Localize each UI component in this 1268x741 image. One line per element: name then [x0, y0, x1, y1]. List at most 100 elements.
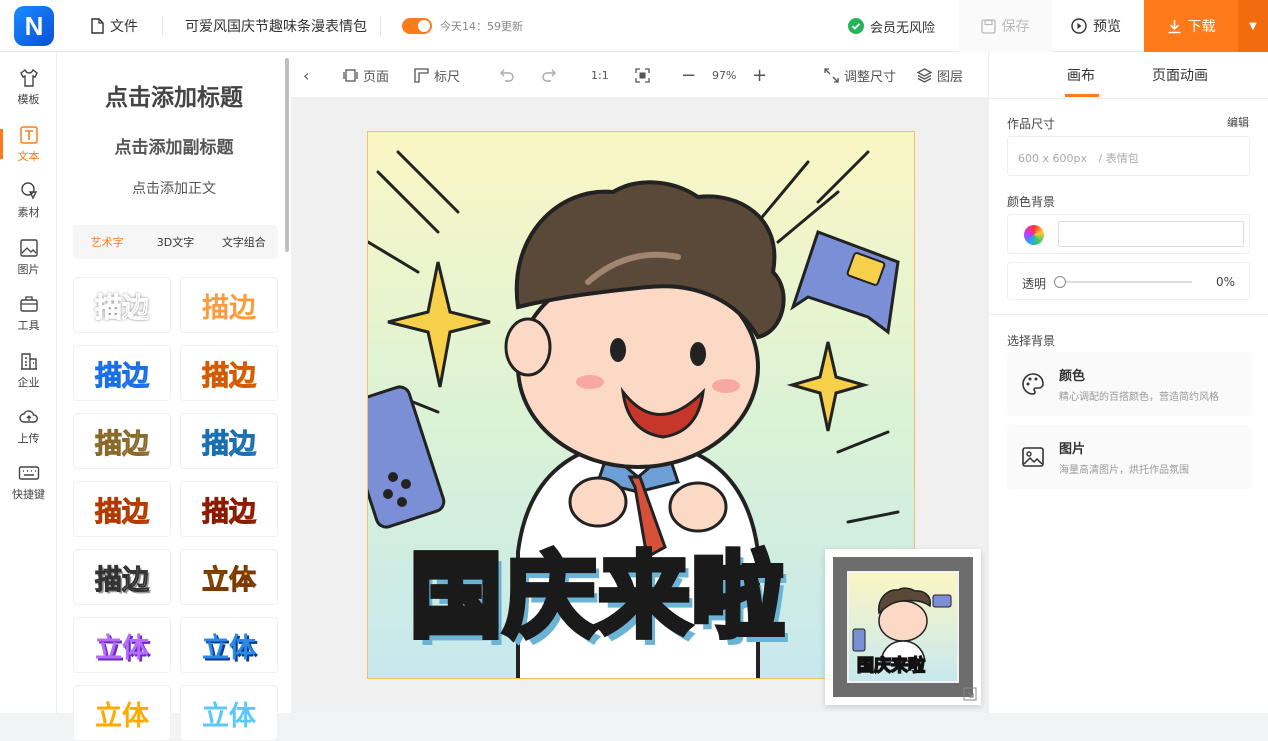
- tab-art-text[interactable]: 艺术字: [73, 234, 141, 250]
- tab-3d-text[interactable]: 3D文字: [141, 234, 209, 250]
- minimap-preview[interactable]: 国庆来啦: [825, 549, 981, 705]
- nav-item-tools[interactable]: 工具: [0, 294, 57, 333]
- layers-icon: [917, 67, 932, 83]
- file-menu[interactable]: 文件: [90, 0, 138, 52]
- check-circle-icon: [848, 18, 864, 34]
- top-bar: N 文件 可爱风国庆节趣味条漫表情包 今天14：59更新 会员无风险 保存 预览…: [0, 0, 1268, 52]
- download-button[interactable]: 下载: [1144, 0, 1238, 52]
- ruler-button[interactable]: 标尺: [414, 52, 460, 98]
- nav-item-text[interactable]: 文本: [0, 125, 57, 164]
- art-text-sample[interactable]: 描边: [73, 413, 171, 469]
- art-text-sample[interactable]: 立体: [180, 549, 278, 605]
- preview-button[interactable]: 预览: [1071, 0, 1121, 52]
- undo-button[interactable]: [499, 52, 520, 98]
- art-text-sample[interactable]: 描边: [180, 413, 278, 469]
- nav-item-enterprise[interactable]: 企业: [0, 351, 57, 390]
- color-wheel-icon[interactable]: [1024, 225, 1044, 245]
- zoom-level[interactable]: 97%: [712, 52, 736, 98]
- art-text-sample[interactable]: 立体: [180, 617, 278, 673]
- layers-button[interactable]: 图层: [917, 52, 963, 98]
- toolbox-icon: [19, 296, 38, 312]
- image-card-title: 图片: [1059, 442, 1086, 457]
- nav-item-templates[interactable]: 模板: [0, 68, 57, 107]
- page-label: 页面: [363, 69, 390, 85]
- nav-item-materials[interactable]: 素材: [0, 181, 57, 220]
- zoom-in-button[interactable]: +: [752, 52, 767, 98]
- layers-label: 图层: [937, 69, 964, 85]
- tab-canvas[interactable]: 画布: [1067, 52, 1095, 98]
- color-swatch[interactable]: [1058, 221, 1244, 247]
- add-body-button[interactable]: 点击添加正文: [57, 178, 291, 198]
- art-text-sample[interactable]: 立体: [73, 617, 171, 673]
- collapse-panel-button[interactable]: ‹: [303, 52, 309, 98]
- size-label: 作品尺寸: [1007, 117, 1056, 131]
- nav-item-upload[interactable]: 上传: [0, 407, 57, 446]
- fit-screen-icon: [635, 67, 650, 83]
- left-nav: 模板 文本 素材 图片 工具 企业 上传 快捷键: [0, 52, 57, 713]
- bg-image-card[interactable]: 图片 海量高清图片，烘托作品氛围: [1007, 425, 1251, 489]
- resize-button[interactable]: 调整尺寸: [824, 52, 896, 98]
- download-options-button[interactable]: ▼: [1238, 0, 1268, 52]
- tab-page-animation[interactable]: 页面动画: [1152, 52, 1208, 98]
- art-text-sample[interactable]: 立体: [180, 685, 278, 741]
- zoom-value: 97%: [712, 68, 737, 82]
- art-text-sample[interactable]: 描边: [73, 277, 171, 333]
- page-button[interactable]: 页面: [343, 52, 389, 98]
- picture-icon: [1022, 447, 1044, 467]
- save-button[interactable]: 保存: [958, 0, 1052, 52]
- art-text-sample[interactable]: 描边: [73, 481, 171, 537]
- headline-text[interactable]: 国庆来啦: [407, 522, 787, 655]
- text-style-tabs: 艺术字 3D文字 文字组合: [73, 225, 278, 259]
- chevron-left-icon: ‹: [303, 65, 310, 85]
- opacity-value: 0%: [1215, 275, 1235, 289]
- art-text-sample[interactable]: 立体: [73, 685, 171, 741]
- add-subtitle-button[interactable]: 点击添加副标题: [57, 133, 291, 158]
- palette-icon: [1022, 373, 1044, 395]
- document-title-text: 可爱风国庆节趣味条漫表情包: [185, 19, 367, 35]
- expand-corner-icon[interactable]: [963, 687, 977, 701]
- nav-item-images[interactable]: 图片: [0, 238, 57, 277]
- add-title-button[interactable]: 点击添加标题: [57, 78, 291, 112]
- nav-label: 快捷键: [12, 488, 45, 501]
- opacity-slider-track[interactable]: [1058, 281, 1192, 283]
- bg-color-picker[interactable]: [1007, 214, 1250, 254]
- text-panel-scrollbar[interactable]: [285, 58, 289, 252]
- art-text-sample[interactable]: 描边: [180, 277, 278, 333]
- image-card-desc: 海量高清图片，烘托作品氛围: [1059, 465, 1189, 476]
- size-field[interactable]: 600 x 600px / 表情包: [1007, 136, 1250, 176]
- canvas-toolbar: ‹ 页面 标尺 1:1 − 97% + 调整尺寸 图层: [291, 52, 988, 98]
- nav-item-shortcuts[interactable]: 快捷键: [0, 463, 57, 502]
- fit-screen-button[interactable]: [635, 52, 655, 98]
- minimap-frame: 国庆来啦: [833, 557, 973, 697]
- member-badge[interactable]: 会员无风险: [848, 0, 935, 52]
- art-text-sample[interactable]: 描边: [73, 549, 171, 605]
- nav-label: 工具: [17, 319, 40, 332]
- tab-text-combo[interactable]: 文字组合: [210, 234, 278, 250]
- plus-icon: +: [752, 64, 768, 86]
- nav-label: 素材: [17, 206, 40, 219]
- opacity-slider-handle[interactable]: [1054, 276, 1066, 288]
- nav-label: 上传: [17, 432, 40, 445]
- document-title[interactable]: 可爱风国庆节趣味条漫表情包: [185, 0, 367, 52]
- divider: [162, 16, 163, 36]
- art-text-sample[interactable]: 描边: [180, 345, 278, 401]
- edit-size-link[interactable]: 编辑: [1227, 114, 1249, 130]
- app-logo[interactable]: N: [14, 6, 54, 46]
- redo-button[interactable]: [541, 52, 562, 98]
- member-text: 会员无风险: [870, 20, 936, 36]
- text-panel: 点击添加标题 点击添加副标题 点击添加正文 艺术字 3D文字 文字组合 描边 描…: [57, 52, 291, 741]
- color-card-desc: 精心调配的百搭颜色，营造简约风格: [1059, 392, 1219, 403]
- minimap-thumbnail: 国庆来啦: [847, 571, 959, 683]
- download-icon: [1168, 19, 1180, 33]
- autosave-toggle[interactable]: [402, 18, 432, 34]
- art-text-sample[interactable]: 描边: [180, 481, 278, 537]
- ratio-label: 1:1: [591, 68, 609, 82]
- art-text-sample[interactable]: 描边: [73, 345, 171, 401]
- actual-size-button[interactable]: 1:1: [591, 52, 609, 98]
- zoom-out-button[interactable]: −: [681, 52, 696, 98]
- size-type: / 表情包: [1098, 152, 1139, 165]
- bg-color-card[interactable]: 颜色 精心调配的百搭颜色，营造简约风格: [1007, 352, 1251, 416]
- bg-color-label: 颜色背景: [1007, 195, 1056, 209]
- minimap-headline: 国庆来啦: [856, 655, 926, 677]
- canvas-area: 国庆来啦 国庆来啦: [291, 98, 988, 713]
